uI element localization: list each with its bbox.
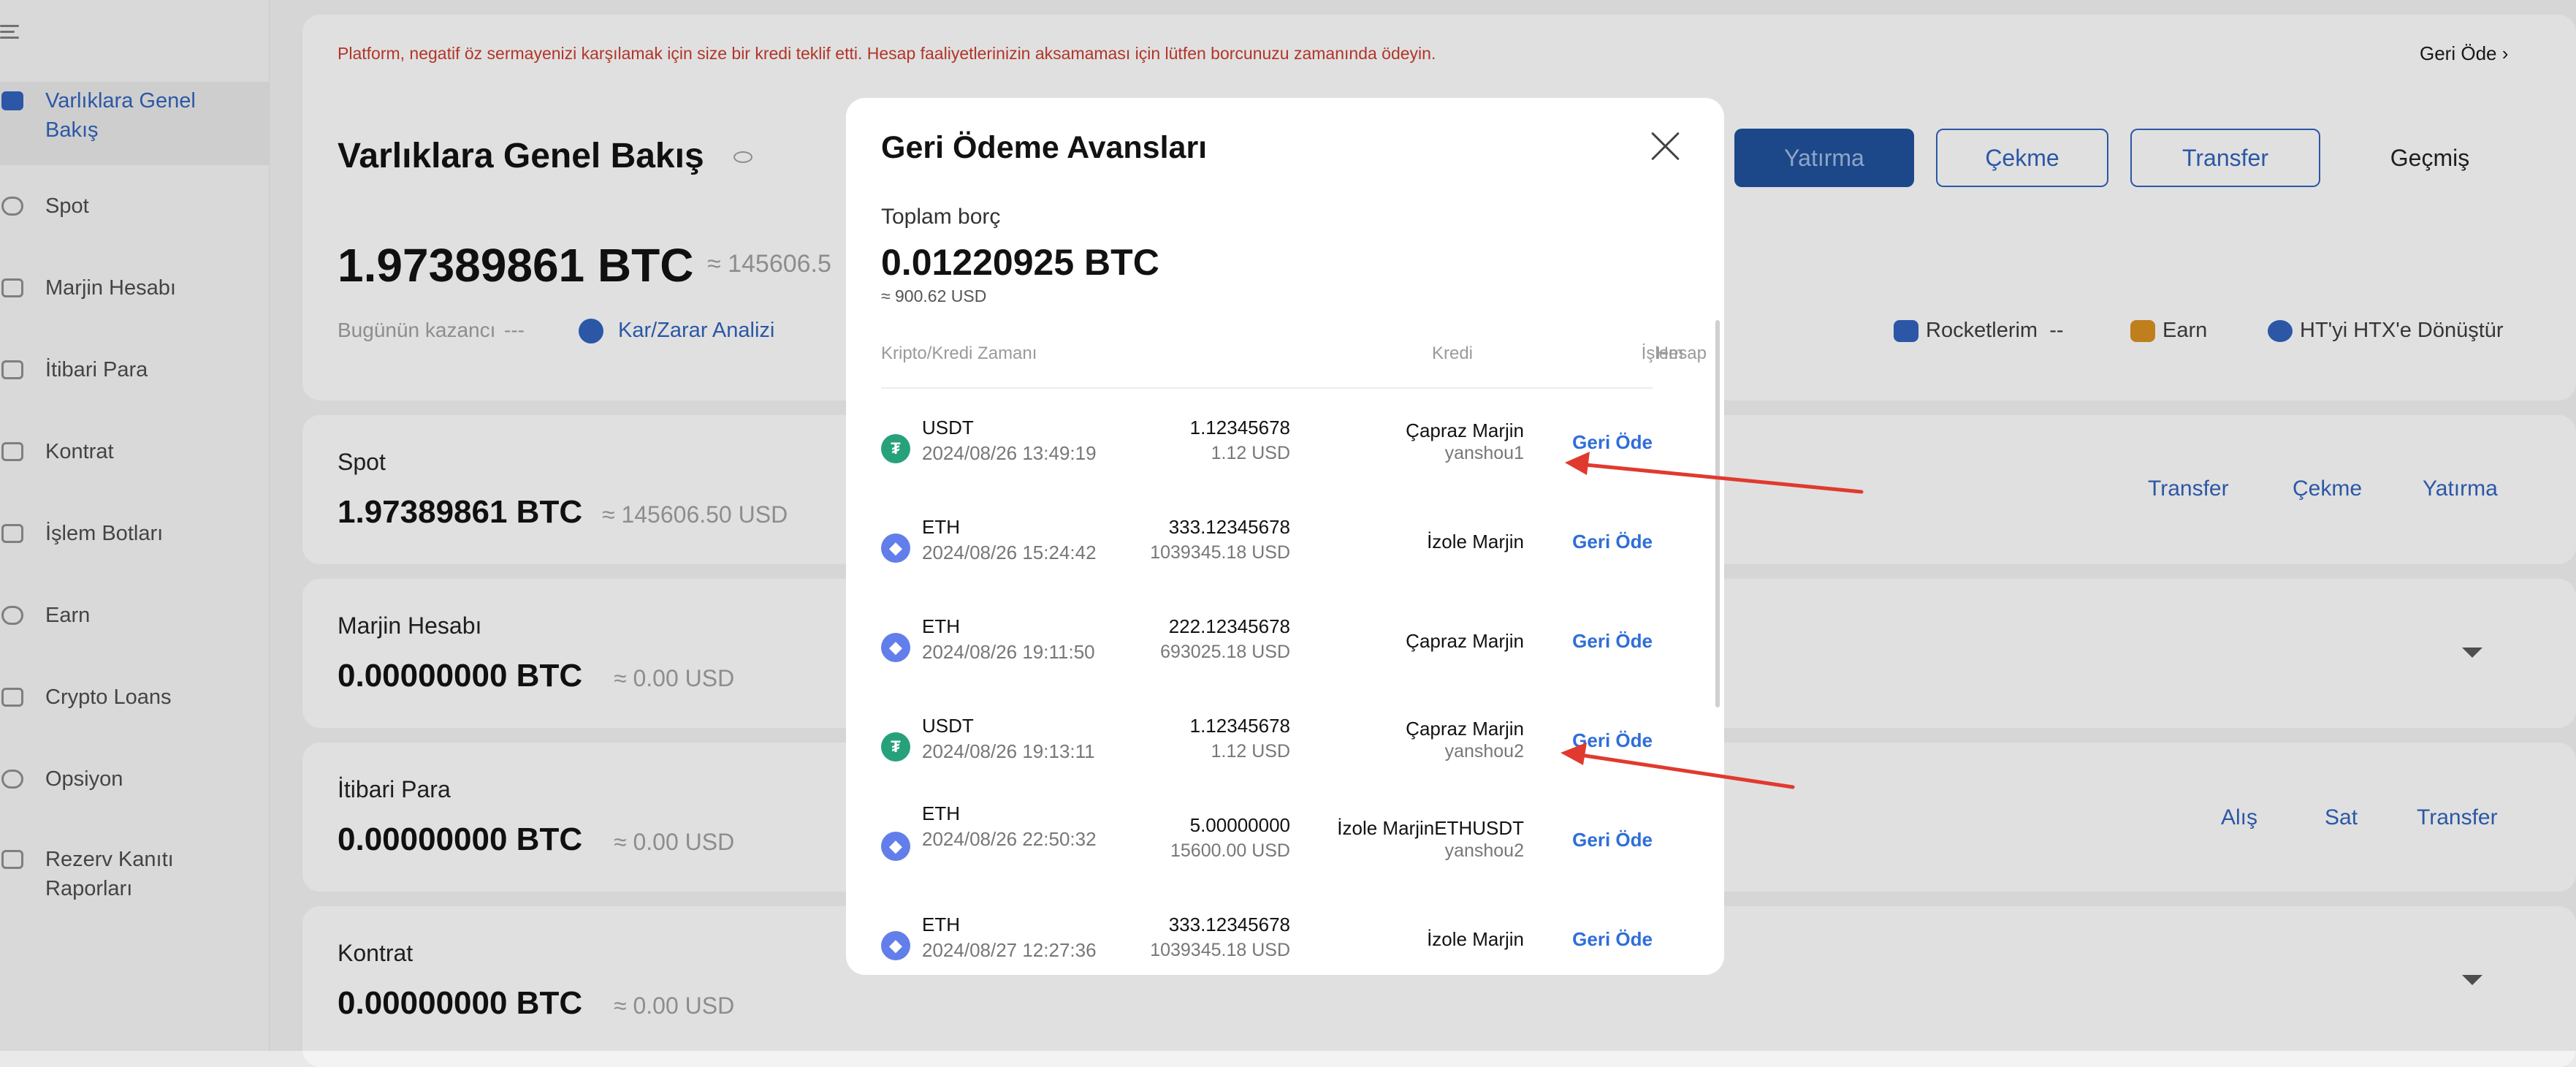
account-type: İzole MarjinETHUSDT [1337,817,1524,839]
loan-time: 2024/08/26 19:11:50 [922,641,1095,663]
credit-usd: 15600.00 USD [1170,840,1290,861]
repay-button[interactable]: Geri Öde [1572,729,1653,752]
credit-usd: 1039345.18 USD [1150,542,1290,563]
account-type: Çapraz Marjin [1406,419,1524,441]
repay-button[interactable]: Geri Öde [1572,630,1653,653]
table-row: ₮ USDT 2024/08/26 19:13:11 1.12345678 1.… [881,697,1653,797]
loan-time: 2024/08/26 19:13:11 [922,740,1095,762]
account-type: Çapraz Marjin [1406,630,1524,652]
credit-amount: 1.12345678 [1189,715,1290,737]
account-sub: yanshou2 [1444,741,1524,762]
modal-scrollbar[interactable] [1715,320,1720,707]
tether-icon: ₮ [881,732,910,762]
loan-time: 2024/08/26 22:50:32 [922,828,1097,850]
repay-button[interactable]: Geri Öde [1572,431,1653,454]
coin-name: ETH [922,802,960,824]
credit-amount: 5.00000000 [1189,814,1290,836]
total-debt-value: 0.01220925 BTC [881,242,1159,283]
table-row: ◆ ETH 2024/08/26 15:24:42 333.12345678 1… [881,498,1653,598]
account-sub: yanshou1 [1444,443,1524,463]
coin-name: ETH [922,516,960,538]
credit-usd: 1.12 USD [1211,443,1290,463]
ethereum-icon: ◆ [881,534,910,563]
coin-name: ETH [922,615,960,637]
coin-name: ETH [922,914,960,935]
loan-time: 2024/08/27 12:27:36 [922,939,1097,961]
credit-amount: 333.12345678 [1168,914,1290,935]
credit-amount: 222.12345678 [1168,615,1290,637]
table-divider [881,387,1653,389]
column-header-action: İşlem [1641,343,1683,363]
table-row: ◆ ETH 2024/08/27 12:27:36 333.12345678 1… [881,896,1653,975]
repay-button[interactable]: Geri Öde [1572,829,1653,851]
coin-name: USDT [922,715,974,737]
modal-title: Geri Ödeme Avansları [881,130,1208,165]
total-debt-label: Toplam borç [881,205,1001,229]
coin-name: USDT [922,417,974,438]
credit-usd: 1039345.18 USD [1150,940,1290,960]
column-header-crypto: Kripto/Kredi Zamanı [881,343,1037,363]
account-type: Çapraz Marjin [1406,718,1524,740]
account-sub: yanshou2 [1444,840,1524,861]
ethereum-icon: ◆ [881,832,910,861]
repay-button[interactable]: Geri Öde [1572,531,1653,553]
repayment-modal: Geri Ödeme Avansları Toplam borç 0.01220… [846,98,1724,975]
table-row: ₮ USDT 2024/08/26 13:49:19 1.12345678 1.… [881,399,1653,498]
column-header-credit: Kredi [1431,343,1473,363]
credit-usd: 1.12 USD [1211,741,1290,762]
loan-time: 2024/08/26 15:24:42 [922,542,1097,563]
repay-button[interactable]: Geri Öde [1572,928,1653,951]
total-debt-usd: ≈ 900.62 USD [881,286,987,305]
table-row: ◆ ETH 2024/08/26 22:50:32 5.00000000 156… [881,797,1653,896]
close-icon[interactable] [1650,130,1682,162]
account-type: İzole Marjin [1427,531,1524,553]
credit-amount: 333.12345678 [1168,516,1290,538]
table-row: ◆ ETH 2024/08/26 19:11:50 222.12345678 6… [881,598,1653,697]
ethereum-icon: ◆ [881,633,910,662]
credit-usd: 693025.18 USD [1160,642,1290,662]
tether-icon: ₮ [881,434,910,463]
credit-amount: 1.12345678 [1189,417,1290,438]
loan-time: 2024/08/26 13:49:19 [922,442,1097,464]
account-type: İzole Marjin [1427,928,1524,950]
ethereum-icon: ◆ [881,931,910,960]
